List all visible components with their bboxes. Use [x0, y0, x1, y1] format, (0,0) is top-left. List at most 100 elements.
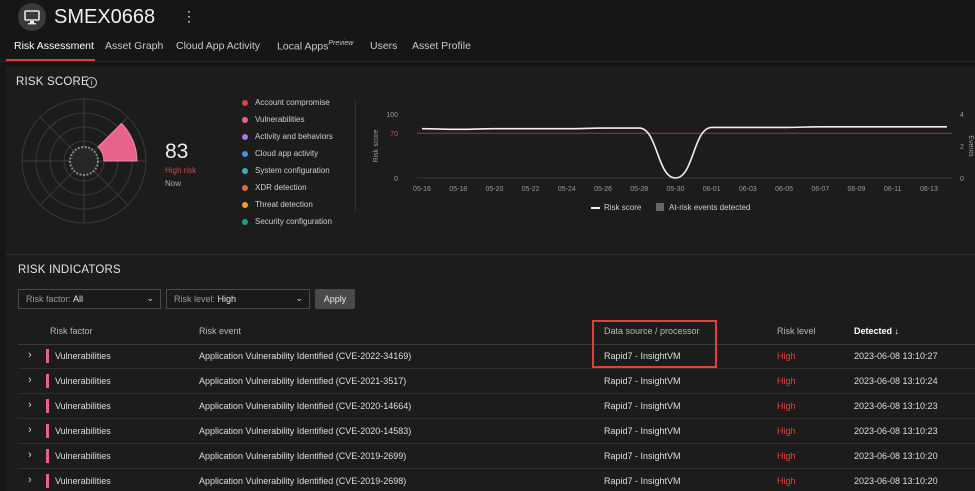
- y-axis-label: Risk score: [373, 130, 380, 163]
- chevron-right-icon[interactable]: ›: [28, 424, 32, 436]
- column-header-risk-level[interactable]: Risk level: [777, 326, 816, 336]
- table-row[interactable]: › Vulnerabilities Application Vulnerabilit…: [18, 369, 975, 394]
- legend-dot: [242, 202, 248, 208]
- risk-level-cell: High: [777, 476, 796, 486]
- x-tick-label: 05-26: [594, 186, 612, 193]
- x-tick-label: 05-18: [449, 186, 467, 193]
- tab-risk-assessment[interactable]: Risk Assessment: [14, 40, 94, 52]
- page-title: SMEX0668: [54, 6, 156, 28]
- tab-asset-profile[interactable]: Asset Profile: [412, 40, 471, 52]
- legend-dot: [242, 100, 248, 106]
- risk-event-cell[interactable]: Application Vulnerability Identified (CV…: [199, 476, 406, 486]
- y2-tick-label: 4: [960, 112, 964, 119]
- legend-events-swatch: [656, 203, 664, 211]
- x-tick-label: 05-30: [666, 186, 684, 193]
- y2-tick-label: 0: [960, 176, 964, 183]
- chevron-right-icon[interactable]: ›: [28, 474, 32, 486]
- table-row[interactable]: › Vulnerabilities Application Vulnerabilit…: [18, 344, 975, 369]
- x-tick-label: 05-20: [485, 186, 503, 193]
- risk-time-text: Now: [165, 179, 182, 188]
- legend-label: Activity and behaviors: [255, 132, 333, 141]
- y2-tick-label: 2: [960, 144, 964, 151]
- preview-badge: Preview: [328, 40, 354, 47]
- tab-local-apps[interactable]: Local AppsPreview: [277, 40, 353, 53]
- legend-at-risk-events: At-risk events detected: [669, 203, 751, 212]
- legend-label: XDR detection: [255, 183, 307, 192]
- risk-event-cell[interactable]: Application Vulnerability Identified (CV…: [199, 351, 411, 361]
- risk-level-cell: High: [777, 426, 796, 436]
- x-tick-label: 06-01: [703, 186, 721, 193]
- divider: [0, 61, 975, 62]
- tab-cloud-app-activity[interactable]: Cloud App Activity: [176, 40, 260, 52]
- chevron-down-icon: ⌄: [295, 293, 303, 303]
- table-row[interactable]: › Vulnerabilities Application Vulnerabilit…: [18, 444, 975, 469]
- risk-factor-color-marker: [46, 474, 49, 488]
- detected-cell: 2023-06-08 13:10:23: [854, 401, 938, 411]
- y-tick-label: 0: [394, 176, 398, 183]
- risk-level-cell: High: [777, 376, 796, 386]
- tab-bar: Risk Assessment Asset Graph Cloud App Ac…: [0, 36, 975, 62]
- table-row[interactable]: › Vulnerabilities Application Vulnerabilit…: [18, 394, 975, 419]
- detected-cell: 2023-06-08 13:10:24: [854, 376, 938, 386]
- column-header-detected[interactable]: Detected ↓: [854, 326, 899, 336]
- risk-level-cell: High: [777, 451, 796, 461]
- legend-dot: [242, 219, 248, 225]
- apply-button[interactable]: Apply: [315, 289, 355, 309]
- risk-factor-color-marker: [46, 449, 49, 463]
- computer-icon: [18, 3, 46, 31]
- legend-label: Threat detection: [255, 200, 313, 209]
- risk-event-cell[interactable]: Application Vulnerability Identified (CV…: [199, 451, 406, 461]
- x-tick-label: 06-03: [739, 186, 757, 193]
- risk-level-filter[interactable]: Risk level: High ⌄: [166, 289, 310, 309]
- detected-cell: 2023-06-08 13:10:23: [854, 426, 938, 436]
- legend-label: Cloud app activity: [255, 149, 319, 158]
- legend-risk-score-swatch: [591, 207, 600, 209]
- table-row[interactable]: › Vulnerabilities Application Vulnerabilit…: [18, 419, 975, 444]
- risk-factor-cell: Vulnerabilities: [55, 476, 111, 486]
- x-tick-label: 06-09: [848, 186, 866, 193]
- risk-trend-chart: 0 70 100 0 2 4 Risk score Events 05-16 05-18 05-20…: [373, 112, 974, 193]
- chevron-down-icon: ⌄: [146, 293, 154, 303]
- column-header-risk-event[interactable]: Risk event: [199, 326, 241, 336]
- chevron-right-icon[interactable]: ›: [28, 349, 32, 361]
- risk-event-cell[interactable]: Application Vulnerability Identified (CV…: [199, 376, 406, 386]
- column-header-risk-factor[interactable]: Risk factor: [50, 326, 93, 336]
- x-tick-label: 06-07: [811, 186, 829, 193]
- chevron-right-icon[interactable]: ›: [28, 374, 32, 386]
- x-tick-label: 05-16: [413, 186, 431, 193]
- legend-label: Account compromise: [255, 98, 330, 107]
- data-source-cell: Rapid7 - InsightVM: [604, 476, 681, 486]
- data-source-cell: Rapid7 - InsightVM: [604, 376, 681, 386]
- risk-radar-chart: [21, 98, 147, 224]
- table-row[interactable]: › Vulnerabilities Application Vulnerabilit…: [18, 469, 975, 491]
- data-source-cell: Rapid7 - InsightVM: [604, 401, 681, 411]
- risk-indicators-title: RISK INDICATORS: [18, 264, 121, 276]
- divider: [355, 100, 356, 212]
- risk-event-cell[interactable]: Application Vulnerability Identified (CV…: [199, 401, 411, 411]
- info-icon[interactable]: i: [86, 77, 97, 88]
- y-tick-label: 100: [386, 112, 398, 119]
- legend-dot: [242, 151, 248, 157]
- vulnerabilities-segment: [97, 122, 138, 162]
- risk-level-cell: High: [777, 401, 796, 411]
- risk-factor-cell: Vulnerabilities: [55, 426, 111, 436]
- tab-users[interactable]: Users: [370, 40, 397, 52]
- legend-label: Vulnerabilities: [255, 115, 305, 124]
- y-tick-label: 70: [390, 131, 398, 138]
- detected-cell: 2023-06-08 13:10:27: [854, 351, 938, 361]
- legend-dot: [242, 134, 248, 140]
- risk-factor-filter[interactable]: Risk factor: All ⌄: [18, 289, 161, 309]
- y2-axis-label: Events: [967, 135, 974, 157]
- risk-level-text: High risk: [165, 166, 197, 175]
- chevron-right-icon[interactable]: ›: [28, 399, 32, 411]
- risk-factor-color-marker: [46, 349, 49, 363]
- risk-factor-cell: Vulnerabilities: [55, 451, 111, 461]
- risk-score-title: RISK SCORE: [16, 76, 89, 88]
- legend-dot: [242, 168, 248, 174]
- tab-asset-graph[interactable]: Asset Graph: [105, 40, 163, 52]
- header: SMEX0668 ⋮: [0, 0, 975, 36]
- more-options-icon[interactable]: ⋮: [182, 9, 196, 23]
- chevron-right-icon[interactable]: ›: [28, 449, 32, 461]
- risk-event-cell[interactable]: Application Vulnerability Identified (CV…: [199, 426, 411, 436]
- highlight-annotation: [592, 320, 717, 368]
